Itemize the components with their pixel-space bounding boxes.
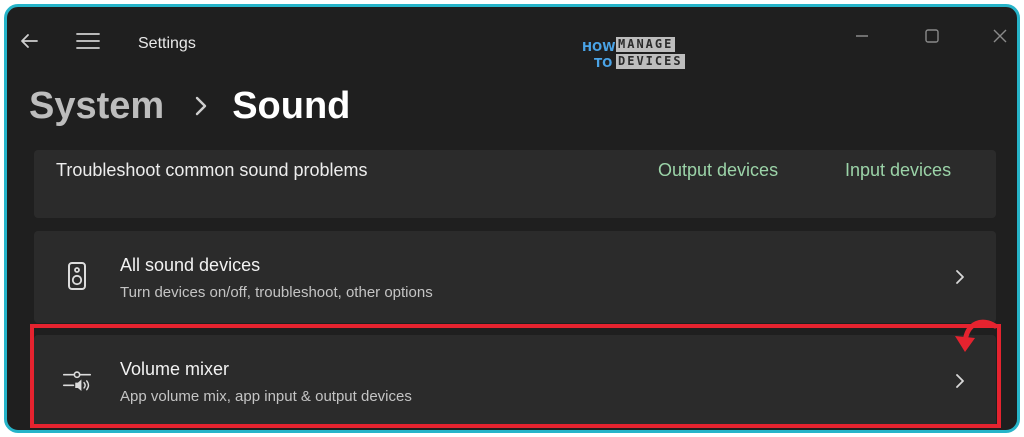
volume-mixer-row[interactable]: Volume mixer App volume mix, app input &… — [34, 335, 996, 427]
breadcrumb: System Sound — [29, 81, 350, 131]
volume-mixer-icon — [62, 371, 92, 392]
curved-arrow-icon — [955, 319, 998, 352]
chevron-right-icon — [196, 96, 207, 116]
all-sound-devices-row[interactable]: All sound devices Turn devices on/off, t… — [34, 231, 996, 323]
all-sound-devices-title: All sound devices — [120, 255, 261, 275]
logo-how-text: HOW — [582, 40, 616, 54]
close-icon[interactable] — [985, 21, 1015, 51]
volume-mixer-title: Volume mixer — [120, 359, 230, 379]
chevron-right-icon — [956, 270, 964, 284]
breadcrumb-system[interactable]: System — [29, 85, 164, 128]
input-devices-link[interactable]: Input devices — [845, 160, 951, 181]
volume-mixer-subtitle: App volume mix, app input & output devic… — [120, 388, 412, 405]
logo-manage-text: MANAGE — [616, 37, 676, 52]
maximize-icon[interactable] — [917, 21, 947, 51]
back-arrow-icon[interactable] — [17, 29, 41, 53]
title-bar: Settings HOW TO MANAGE DEVICES — [7, 7, 1017, 71]
logo-to-text: TO — [594, 56, 613, 70]
page-title: Sound — [232, 84, 351, 127]
all-sound-devices-subtitle: Turn devices on/off, troubleshoot, other… — [120, 284, 433, 301]
hamburger-menu-icon[interactable] — [75, 31, 101, 51]
watermark-logo: HOW TO MANAGE DEVICES — [580, 34, 700, 74]
app-title: Settings — [138, 35, 196, 52]
output-devices-link[interactable]: Output devices — [658, 160, 778, 181]
troubleshoot-card: Troubleshoot common sound problems Outpu… — [34, 150, 996, 218]
logo-devices-text: DEVICES — [616, 54, 685, 69]
settings-window: Settings HOW TO MANAGE DEVICES System So… — [4, 4, 1020, 433]
speaker-icon — [68, 262, 86, 290]
troubleshoot-label: Troubleshoot common sound problems — [56, 160, 368, 180]
minimize-icon[interactable] — [847, 21, 877, 51]
